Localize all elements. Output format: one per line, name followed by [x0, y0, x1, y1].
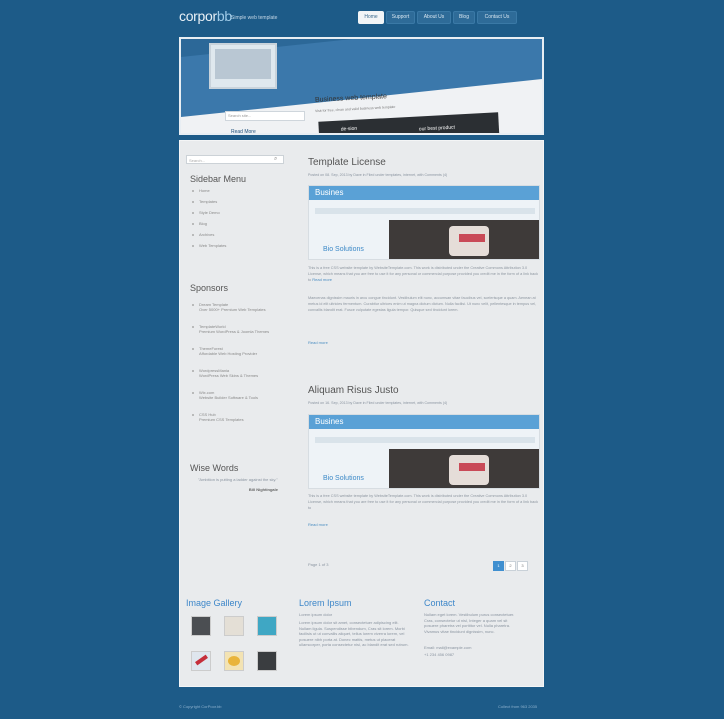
sponsors-title: Sponsors: [190, 283, 229, 293]
post-image-caption: Bio Solutions: [323, 475, 364, 482]
sidebar-menu-section: Sidebar Menu Home Templates Style Demo B…: [190, 174, 246, 248]
sponsor-item[interactable]: Dream Template Over 5000+ Premium Web Te…: [190, 302, 280, 312]
gallery-thumb[interactable]: [257, 616, 277, 636]
banner-read-more-link[interactable]: Read More: [231, 129, 256, 133]
page-1-button[interactable]: 1: [493, 561, 504, 571]
monitor-illustration: [209, 43, 277, 89]
post-meta: Posted on 16. Sep, 2013 by Dave in Filed…: [308, 401, 448, 405]
post-read-more-link[interactable]: Read more: [308, 340, 328, 345]
lorem-sub: Lorem ipsum dolor: [299, 612, 333, 617]
hero-banner: Search site... Business web template Vis…: [179, 37, 544, 135]
pagination-label: Page 1 of 3: [308, 562, 329, 567]
post-image-caption: Bio Solutions: [323, 246, 364, 253]
banner-dark-panel: de-sion our best product: [318, 112, 500, 133]
gallery-thumb[interactable]: [224, 616, 244, 636]
site-tagline: Simple web template: [231, 15, 278, 21]
sponsors-list: Dream Template Over 5000+ Premium Web Te…: [190, 297, 280, 427]
sidebar-menu-title: Sidebar Menu: [190, 174, 247, 184]
post-image-header-bar: [309, 415, 539, 429]
gallery-title: Image Gallery: [186, 598, 243, 608]
page-3-button[interactable]: 3: [517, 561, 528, 571]
contact-phone: +1 234 456 0987: [424, 652, 455, 657]
sponsor-item[interactable]: CSS Hub Premium CSS Templates: [190, 412, 280, 422]
read-more-link[interactable]: Read more: [312, 277, 332, 282]
sidebar-item-web-templates[interactable]: Web Templates: [190, 243, 246, 248]
thumb-circle: [228, 656, 240, 666]
lorem-title: Lorem Ipsum: [299, 598, 352, 608]
post-excerpt: This is a free CSS website template by W…: [308, 265, 540, 283]
post-paragraph: This is a free CSS website template by W…: [308, 266, 539, 282]
wise-words-section: Wise Words "Ambition is putting a ladder…: [190, 463, 278, 492]
contact-email[interactable]: Email: mail@example.com: [424, 645, 516, 651]
sidebar-item-templates[interactable]: Templates: [190, 199, 246, 204]
wise-words-quote: "Ambition is putting a ladder against th…: [198, 477, 278, 482]
post-title[interactable]: Template License: [308, 157, 386, 168]
post-image-header-bar: [309, 186, 539, 200]
photo-accent: [459, 463, 485, 471]
sponsor-item[interactable]: Wix.com Website Builder Software & Tools: [190, 390, 280, 400]
wise-words-author: Bill Nightingale: [248, 486, 278, 492]
post-image-brand: Busines: [315, 188, 344, 197]
sponsor-item[interactable]: TemplateWorld Premium WordPress & Joomla…: [190, 324, 280, 334]
logo-main: corpor: [179, 8, 217, 24]
post-title[interactable]: Aliquam Risus Justo: [308, 385, 399, 396]
post-image-brand: Busines: [315, 417, 344, 426]
post-image[interactable]: Busines Bio Solutions: [308, 414, 540, 489]
post-image-photo: [389, 449, 539, 488]
post-paragraph: This is a free CSS website template by W…: [308, 494, 539, 510]
gallery-thumb[interactable]: [224, 651, 244, 671]
copyright-text: © Copyright CorPoor.bb: [179, 704, 222, 709]
lorem-text: Lorem ipsum dolor sit amet, consectetuer…: [299, 620, 409, 647]
site-logo[interactable]: corporbb: [179, 8, 232, 24]
post-image-nav: [315, 437, 535, 443]
banner-dark-text-2: our best product: [418, 124, 456, 133]
nav-about-us[interactable]: About Us: [417, 11, 451, 24]
nav-home[interactable]: Home: [358, 11, 384, 24]
post-read-more-link[interactable]: Read more: [308, 522, 328, 527]
photo-accent: [459, 234, 485, 242]
sidebar-item-archives[interactable]: Archives: [190, 232, 246, 237]
nav-blog[interactable]: Blog: [453, 11, 475, 24]
post-image-photo: [389, 220, 539, 259]
sidebar-item-home[interactable]: Home: [190, 188, 246, 193]
contact-text: Nullam eget lorem. Vestibulum purus cons…: [424, 612, 515, 634]
banner-dark-text-1: de-sion: [340, 125, 358, 133]
logo-accent: bb: [216, 8, 232, 24]
sponsor-item[interactable]: ThemeForest Affordable Web Hosting Provi…: [190, 346, 280, 356]
sidebar-item-style-demo[interactable]: Style Demo: [190, 210, 246, 215]
nav-support[interactable]: Support: [386, 11, 415, 24]
monitor-screen: [215, 49, 271, 79]
sponsor-item[interactable]: WordpressMania WordPress Web Skins & The…: [190, 368, 280, 378]
contact-title: Contact: [424, 598, 456, 608]
search-icon[interactable]: ⌕: [274, 156, 277, 163]
post-image[interactable]: Busines Bio Solutions: [308, 185, 540, 260]
credit-link[interactable]: Collect from 963 2035: [498, 704, 537, 709]
wise-words-title: Wise Words: [190, 463, 239, 473]
gallery-thumb[interactable]: [191, 651, 211, 671]
sidebar-search-input[interactable]: Search...: [186, 155, 284, 164]
gallery-thumb[interactable]: [191, 616, 211, 636]
nav-contact-us[interactable]: Contact Us: [477, 11, 517, 24]
banner-subtitle: Visit for free, clean and valid business…: [314, 104, 396, 114]
post-paragraph-2: Maecenas dignissim mauris in arcu congue…: [308, 296, 537, 312]
sidebar-item-blog[interactable]: Blog: [190, 221, 246, 226]
thumb-flag-stripe: [195, 654, 208, 666]
page-2-button[interactable]: 2: [505, 561, 516, 571]
post-image-nav: [315, 208, 535, 214]
banner-search-input[interactable]: Search site...: [225, 111, 305, 121]
sidebar-menu-list: Home Templates Style Demo Blog Archives …: [190, 188, 246, 248]
sponsors-section: Sponsors Dream Template Over 5000+ Premi…: [190, 283, 280, 427]
gallery-thumb[interactable]: [257, 651, 277, 671]
post-meta: Posted on 08. Sep, 2013 by Dave in Filed…: [308, 173, 448, 177]
